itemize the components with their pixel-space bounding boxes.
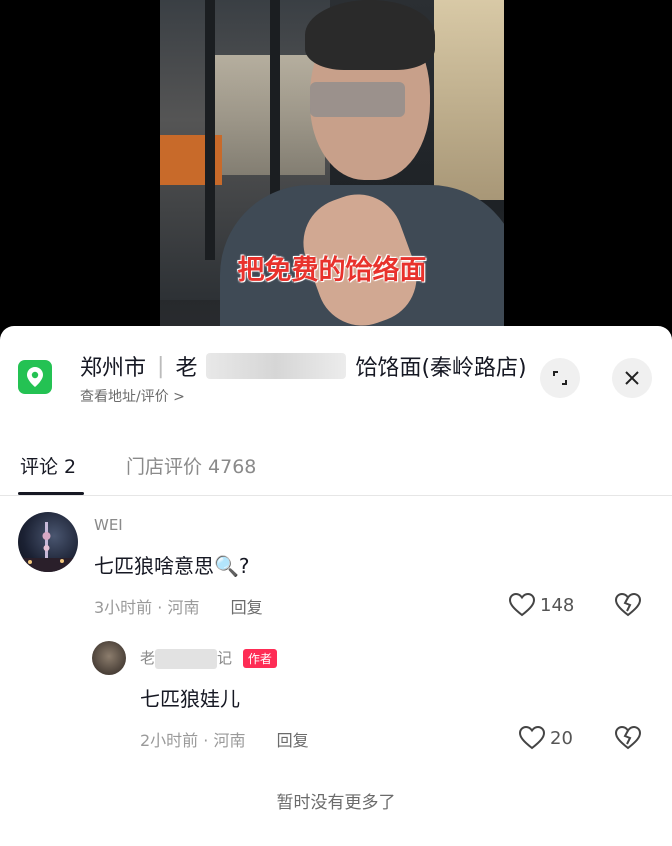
name-blur	[206, 353, 347, 379]
tab-store-reviews[interactable]: 门店评价 4768	[126, 452, 256, 479]
broken-heart-icon	[614, 592, 642, 617]
reply-username-prefix: 老	[140, 649, 156, 667]
store-right-wall	[434, 0, 504, 200]
store-header[interactable]: 郑州市 | 老 饸饹面(秦岭路店) 查看地址/评价 >	[0, 326, 672, 426]
tab-bar: 评论 2 门店评价 4768	[0, 446, 672, 496]
dislike-button[interactable]	[614, 725, 642, 755]
heart-icon	[508, 592, 536, 617]
store-name-prefix: 郑州市	[80, 356, 147, 381]
reply-username-suffix: 记	[217, 649, 233, 667]
reply-avatar[interactable]	[92, 641, 126, 675]
meta-dot: ·	[157, 598, 168, 617]
store-name-part: 老	[175, 356, 198, 381]
video-subtitle: 把免费的饸络面	[237, 255, 427, 286]
reply-username[interactable]: 老 记 作者	[140, 647, 277, 669]
comment-time: 3小时前	[94, 598, 153, 617]
reply-time: 2小时前	[140, 731, 199, 750]
expand-button[interactable]	[540, 358, 580, 398]
expand-icon	[553, 371, 567, 385]
close-button[interactable]	[612, 358, 652, 398]
person-hair	[305, 0, 435, 70]
meta-dot: ·	[203, 731, 214, 750]
face-blur	[310, 82, 405, 117]
like-count: 148	[540, 594, 575, 616]
comment-meta: 3小时前 · 河南 回复	[94, 594, 263, 618]
store-name-suffix: 饸饹面(秦岭路店)	[355, 356, 527, 381]
window-frame	[205, 0, 215, 260]
reply-button[interactable]: 回复	[277, 731, 309, 750]
like-button[interactable]: 20	[518, 725, 573, 751]
reply-text: 七匹狼娃儿	[140, 687, 240, 711]
store-name[interactable]: 郑州市 | 老 饸饹面(秦岭路店)	[80, 350, 527, 382]
video-frame[interactable]: 把免费的饸络面	[160, 0, 504, 340]
reply-meta: 2小时前 · 河南 回复	[140, 727, 309, 751]
reply-button[interactable]: 回复	[231, 598, 263, 617]
close-icon	[625, 371, 639, 385]
comment-location: 河南	[167, 598, 200, 617]
broken-heart-icon	[614, 725, 642, 750]
username-blur	[155, 648, 218, 669]
heart-icon	[518, 725, 546, 750]
like-count: 20	[550, 727, 573, 749]
dislike-button[interactable]	[614, 592, 642, 622]
comment-text: 七匹狼啥意思🔍?	[94, 554, 250, 578]
name-separator: |	[157, 353, 165, 379]
author-badge: 作者	[242, 649, 277, 668]
video-area[interactable]: 把免费的饸络面	[0, 0, 672, 340]
tab-comments[interactable]: 评论 2	[20, 452, 76, 479]
comment-username[interactable]: WEI	[94, 516, 123, 534]
location-pin-icon	[18, 360, 52, 394]
reply-location: 河南	[213, 731, 246, 750]
no-more-text: 暂时没有更多了	[276, 793, 396, 813]
comment-panel: 郑州市 | 老 饸饹面(秦岭路店) 查看地址/评价 > 评论 2 门店评价 47…	[0, 326, 672, 846]
avatar[interactable]	[18, 512, 78, 572]
tab-active-indicator	[18, 492, 84, 495]
like-button[interactable]: 148	[508, 592, 574, 618]
view-address-link[interactable]: 查看地址/评价 >	[80, 386, 185, 406]
